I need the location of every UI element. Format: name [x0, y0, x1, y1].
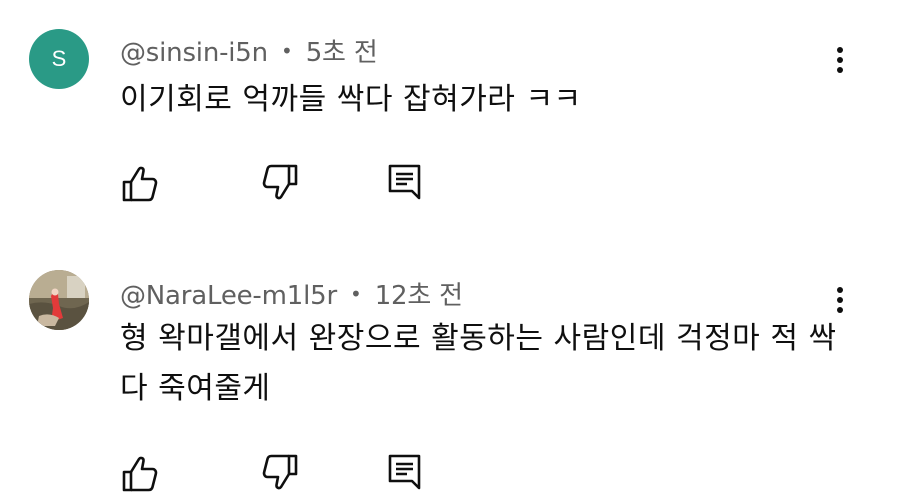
thumb-down-icon — [262, 164, 298, 200]
avatar-photo — [29, 270, 89, 330]
thumb-down-icon — [262, 454, 298, 490]
comment-item: @NaraLee-m1l5r • 12초 전 형 왁마갤에서 완장으로 활동하는… — [0, 240, 900, 499]
avatar[interactable]: S — [29, 29, 89, 89]
comment-time: 5초 전 — [305, 38, 378, 68]
comment-meta: @NaraLee-m1l5r • 12초 전 — [120, 275, 463, 312]
comment-item: S @sinsin-i5n • 5초 전 이기회로 억까들 싹다 잡혀가라 ㅋㅋ — [0, 0, 900, 240]
dislike-button[interactable] — [255, 158, 305, 208]
comment-actions — [0, 158, 900, 208]
reply-button[interactable] — [380, 448, 430, 498]
dislike-button[interactable] — [255, 448, 305, 498]
comment-actions — [0, 448, 900, 498]
thumb-up-icon — [122, 166, 158, 202]
reply-comment-icon — [388, 164, 421, 200]
thumb-up-icon — [122, 456, 158, 492]
comment-meta: @sinsin-i5n • 5초 전 — [120, 32, 378, 69]
like-button[interactable] — [115, 448, 165, 498]
meta-separator: • — [350, 282, 362, 306]
comment-time: 12초 전 — [374, 281, 463, 311]
meta-separator: • — [281, 39, 293, 63]
more-vert-icon[interactable] — [826, 40, 854, 80]
comment-text: 형 왁마갤에서 완장으로 활동하는 사람인데 걱정마 적 싹다 죽여줄게 — [120, 321, 837, 406]
reply-comment-icon — [388, 454, 421, 490]
like-button[interactable] — [115, 158, 165, 208]
comment-author[interactable]: @sinsin-i5n — [120, 38, 268, 68]
comment-author[interactable]: @NaraLee-m1l5r — [120, 281, 337, 311]
comment-text: 이기회로 억까들 싹다 잡혀가라 ㅋㅋ — [120, 82, 582, 117]
avatar[interactable] — [29, 270, 89, 330]
avatar-letter: S — [51, 46, 67, 71]
more-vert-icon[interactable] — [826, 280, 854, 320]
reply-button[interactable] — [380, 158, 430, 208]
